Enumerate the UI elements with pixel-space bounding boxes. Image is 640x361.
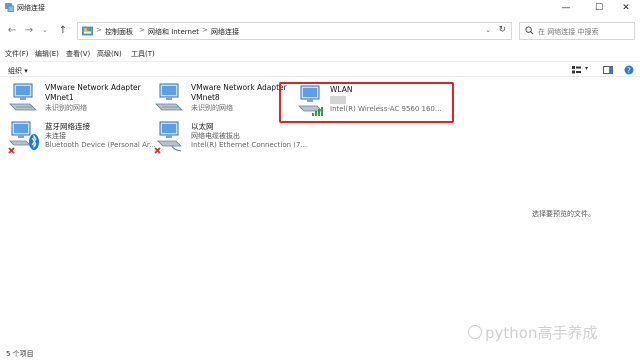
connection-device: Intel(R) Ethernet Connection (7... — [191, 141, 308, 149]
status-bar: 5 个项目 — [0, 346, 640, 361]
connection-status: 未识别的网络 — [45, 104, 87, 112]
network-connections-icon — [5, 3, 14, 12]
breadcrumb-network-connections[interactable]: 网络连接 — [211, 27, 239, 37]
breadcrumb-control-panel[interactable]: 控制面板 — [105, 27, 133, 37]
search-input[interactable]: 在 网络连接 中搜索 — [519, 22, 635, 40]
network-adapter-icon — [9, 83, 37, 111]
recent-locations-chevron-icon[interactable]: ⌄ — [38, 23, 52, 37]
menu-view[interactable]: 查看(V) — [66, 49, 90, 59]
search-placeholder: 在 网络连接 中搜索 — [538, 28, 599, 36]
breadcrumb-separator: > — [96, 26, 102, 34]
item-count: 5 个项目 — [6, 350, 34, 358]
connection-status: 未识别的网络 — [191, 104, 233, 112]
menu-edit[interactable]: 编辑(E) — [35, 49, 59, 59]
window-title: 网络连接 — [17, 4, 45, 12]
ethernet-adapter-icon — [154, 121, 182, 154]
connection-status: 未连接 — [45, 132, 66, 140]
forward-arrow-icon[interactable]: → — [22, 23, 36, 37]
search-icon — [525, 26, 534, 35]
menu-bar: 文件(F) 编辑(E) 查看(V) 高级(N) 工具(T) — [0, 47, 640, 59]
menu-advanced[interactable]: 高级(N) — [97, 49, 122, 59]
list-item-bluetooth[interactable]: 蓝牙网络连接 未连接 Bluetooth Device (Personal Ar… — [8, 120, 156, 154]
address-dropdown-chevron-icon[interactable]: ⌄ — [485, 26, 491, 34]
connection-name-line2: VMnet8 — [191, 93, 220, 102]
command-bar: 组织 ▾ ▾ ? — [0, 61, 640, 77]
highlight-box — [279, 82, 454, 123]
watermark-text: python高手养成 — [485, 324, 598, 342]
watermark: python高手养成 — [468, 322, 597, 343]
list-item-ethernet[interactable]: 以太网 网络电缆被拔出 Intel(R) Ethernet Connection… — [154, 120, 307, 154]
connection-status: 网络电缆被拔出 — [191, 132, 240, 140]
refresh-icon[interactable]: ↻ — [498, 25, 506, 35]
help-icon[interactable]: ? — [624, 65, 634, 75]
menu-file[interactable]: 文件(F) — [5, 49, 29, 59]
breadcrumb-separator: > — [139, 26, 145, 34]
title-bar: 网络连接 — ☐ ✕ — [0, 0, 640, 16]
list-item-vmnet1[interactable]: VMware Network Adapter VMnet1 未识别的网络 — [8, 82, 148, 116]
view-options-icon[interactable] — [572, 66, 581, 74]
bluetooth-adapter-icon — [8, 121, 39, 154]
connection-name: VMware Network Adapter — [45, 83, 141, 92]
maximize-button[interactable]: ☐ — [585, 0, 613, 16]
view-options-chevron-icon[interactable]: ▾ — [585, 65, 588, 72]
up-arrow-icon[interactable]: ↑ — [56, 23, 70, 37]
breadcrumb-separator: > — [202, 26, 208, 34]
connection-name-line2: VMnet1 — [45, 93, 74, 102]
menu-tools[interactable]: 工具(T) — [131, 49, 155, 59]
control-panel-icon — [82, 26, 93, 36]
close-button[interactable]: ✕ — [612, 0, 640, 16]
preview-pane-icon[interactable] — [603, 66, 613, 74]
network-adapter-icon — [155, 83, 183, 111]
breadcrumb[interactable]: > 控制面板 > 网络和 Internet > 网络连接 ⌄ ↻ — [77, 22, 512, 40]
organize-button[interactable]: 组织 ▾ — [8, 66, 28, 76]
watermark-logo-icon — [468, 325, 482, 339]
svg-text:?: ? — [627, 67, 631, 75]
preview-pane-message: 选择要预览的文件。 — [532, 210, 595, 218]
connection-name: VMware Network Adapter — [191, 83, 287, 92]
minimize-button[interactable]: — — [552, 0, 580, 16]
back-arrow-icon[interactable]: ← — [5, 23, 19, 37]
address-bar: ← → ⌄ ↑ > 控制面板 > 网络和 Internet > 网络连接 ⌄ ↻… — [0, 18, 640, 44]
list-item-vmnet8[interactable]: VMware Network Adapter VMnet8 未识别的网络 — [154, 82, 294, 116]
connection-device: Bluetooth Device (Personal Ar... — [45, 141, 156, 149]
breadcrumb-network-internet[interactable]: 网络和 Internet — [148, 27, 199, 37]
